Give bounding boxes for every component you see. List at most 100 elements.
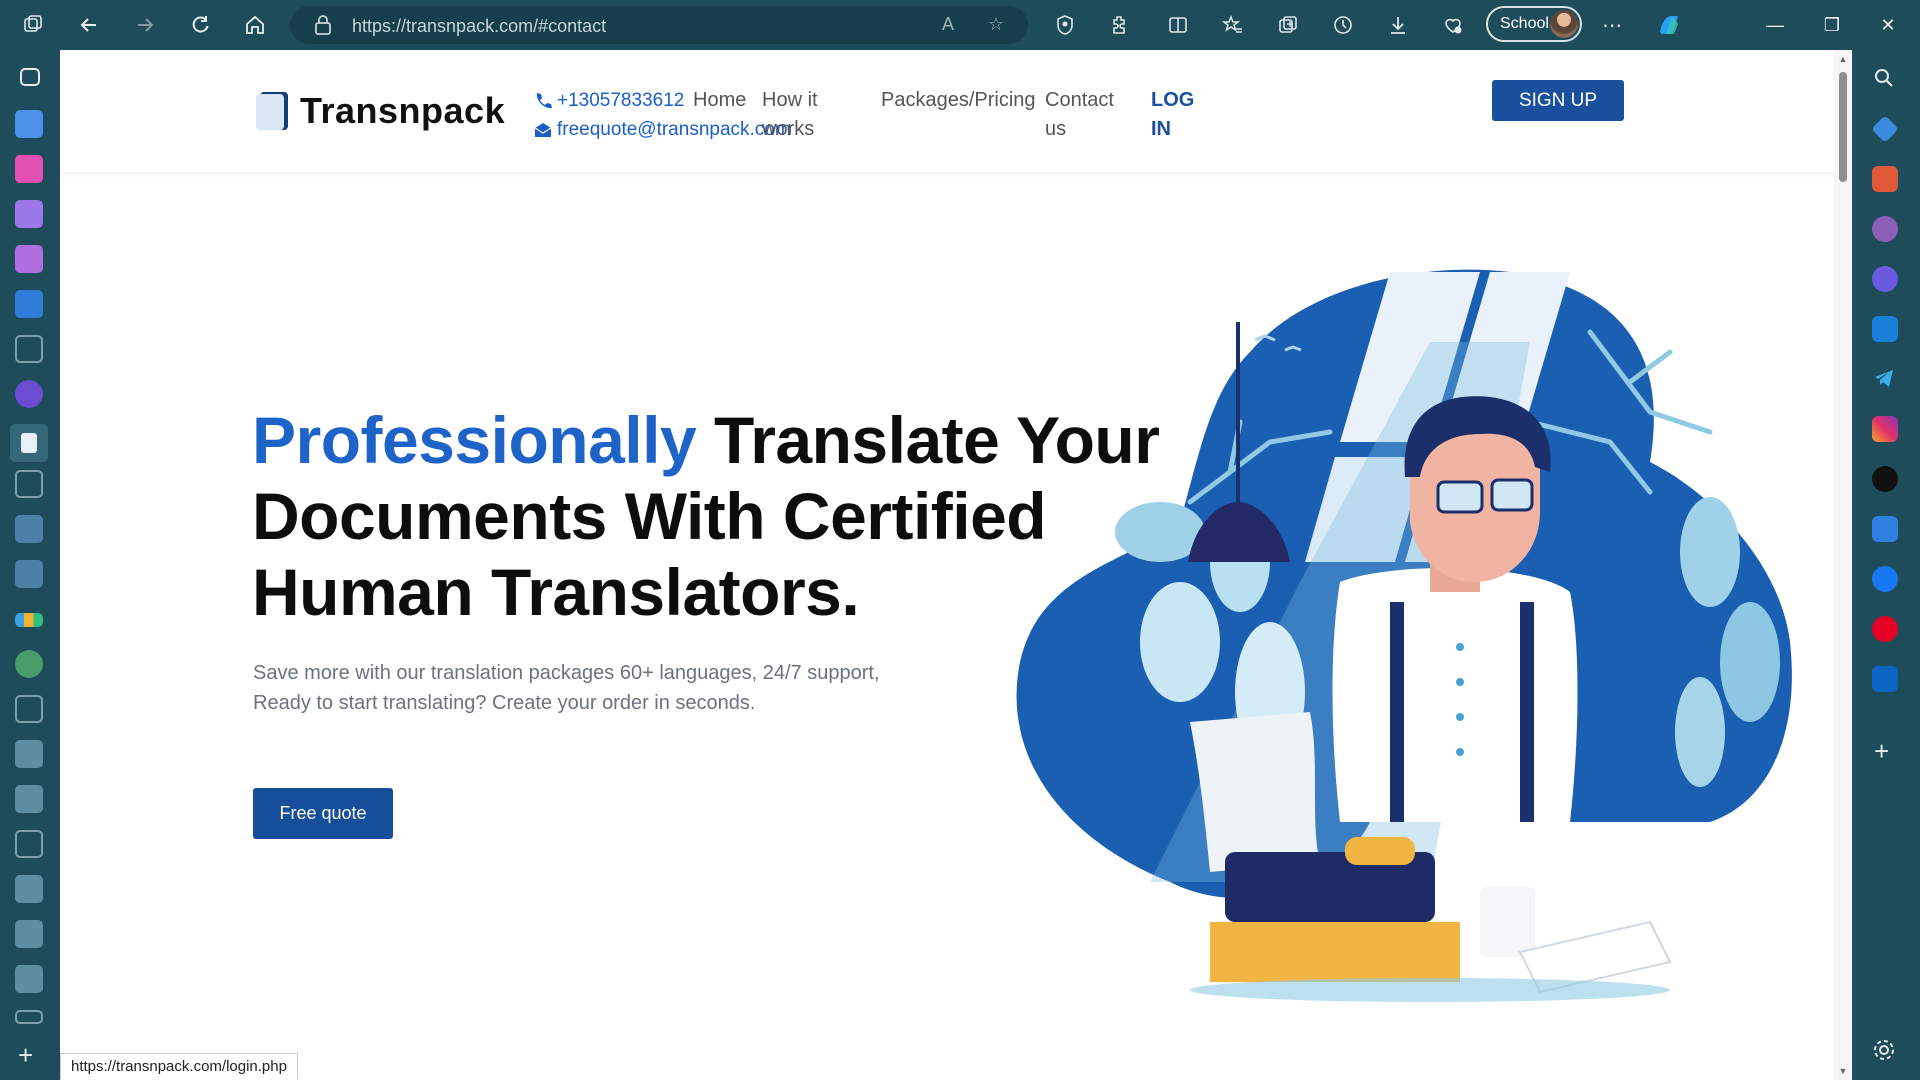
home-icon[interactable] xyxy=(240,10,270,40)
logo-mark-icon xyxy=(256,92,288,130)
telegram-icon[interactable] xyxy=(1872,366,1898,392)
nav-how-it-works[interactable]: How it works xyxy=(762,86,818,144)
phone-number: +13057833612 xyxy=(557,90,685,111)
extensions-icon[interactable] xyxy=(1105,10,1135,40)
profile-label: School xyxy=(1500,15,1549,32)
restore-icon[interactable]: ❐ xyxy=(1817,10,1847,40)
tab-video-icon[interactable] xyxy=(15,245,43,273)
logo-text: Transnpack xyxy=(300,90,506,131)
tab-site-icon[interactable] xyxy=(15,920,43,948)
forward-icon[interactable] xyxy=(130,10,160,40)
nav-home[interactable]: Home xyxy=(693,86,746,115)
nav-contact-line1: Contact xyxy=(1045,89,1114,111)
avatar xyxy=(1550,10,1578,38)
site-logo[interactable]: Transnpack xyxy=(254,90,505,132)
hero-subtitle-line1: Save more with our translation packages … xyxy=(253,662,880,684)
vertical-tabs-bar: + xyxy=(0,50,60,1080)
web-page: Transnpack +13057833612 freequote@transn… xyxy=(60,50,1852,1080)
add-sidebar-app-icon[interactable]: + xyxy=(1874,736,1889,767)
minimize-icon[interactable]: — xyxy=(1760,10,1790,40)
tab-site-icon[interactable] xyxy=(15,785,43,813)
hero-title-part2: Documents With Certified xyxy=(252,479,1047,553)
shield-icon[interactable] xyxy=(1050,10,1080,40)
scroll-down-icon[interactable]: ▼ xyxy=(1838,1066,1848,1076)
tab-actions-icon[interactable] xyxy=(20,68,40,86)
back-icon[interactable] xyxy=(74,10,104,40)
tools-icon[interactable] xyxy=(1872,166,1898,192)
nav-contact-us[interactable]: Contact us xyxy=(1045,86,1114,144)
browser-essentials-icon[interactable] xyxy=(1438,10,1468,40)
envelope-icon xyxy=(534,122,552,137)
settings-gear-icon[interactable] xyxy=(1872,1038,1898,1064)
tab-page-icon[interactable] xyxy=(15,695,43,723)
microsoft-365-icon[interactable] xyxy=(1872,266,1898,292)
lock-icon xyxy=(315,15,331,35)
tiktok-icon[interactable] xyxy=(1872,466,1898,492)
hero-title-part3: Human Translators. xyxy=(252,555,860,629)
tab-site-icon[interactable] xyxy=(15,515,43,543)
more-options-icon[interactable]: ⋯ xyxy=(1597,10,1627,40)
facebook-icon[interactable] xyxy=(1872,566,1898,592)
email-address: freequote@transnpack.com xyxy=(557,119,791,140)
shopping-tag-icon[interactable] xyxy=(1871,115,1899,143)
outlook-icon[interactable] xyxy=(1872,316,1898,342)
url-text: https://transnpack.com/#contact xyxy=(352,16,607,36)
tab-site-icon[interactable] xyxy=(15,740,43,768)
collections-icon[interactable] xyxy=(1273,10,1303,40)
instagram-icon[interactable] xyxy=(1872,416,1898,442)
phone-icon xyxy=(536,92,552,108)
profile-button[interactable]: School xyxy=(1486,6,1582,42)
tab-analytics-icon[interactable] xyxy=(15,613,43,627)
status-bar-url: https://transnpack.com/login.php xyxy=(60,1053,298,1079)
tab-site-icon[interactable] xyxy=(15,965,43,993)
nav-login-line2: IN xyxy=(1151,118,1171,140)
tab-page-icon[interactable] xyxy=(15,830,43,858)
close-icon[interactable]: ✕ xyxy=(1873,10,1903,40)
tab-page-icon[interactable] xyxy=(15,1010,43,1024)
favorite-star-icon[interactable]: ☆ xyxy=(984,14,1008,38)
downloads-icon[interactable] xyxy=(1383,10,1413,40)
tab-site-icon[interactable] xyxy=(15,380,43,408)
read-aloud-icon[interactable]: A xyxy=(936,14,960,38)
tab-site-icon[interactable] xyxy=(15,650,43,678)
favorites-icon[interactable] xyxy=(1218,10,1248,40)
pinterest-icon[interactable] xyxy=(1872,616,1898,642)
copilot-icon[interactable] xyxy=(1655,10,1685,40)
tab-video-icon[interactable] xyxy=(15,110,43,138)
tab-page-icon[interactable] xyxy=(15,335,43,363)
split-screen-icon[interactable] xyxy=(1163,10,1193,40)
games-icon[interactable] xyxy=(1872,216,1898,242)
tab-video-icon[interactable] xyxy=(15,155,43,183)
translate-icon[interactable] xyxy=(1872,516,1898,542)
nav-contact-line2: us xyxy=(1045,118,1067,140)
tab-active-transnpack[interactable] xyxy=(10,424,48,462)
signup-button[interactable]: SIGN UP xyxy=(1492,80,1624,121)
address-bar[interactable]: https://transnpack.com/#contact A ☆ xyxy=(290,6,1028,44)
tab-video-icon[interactable] xyxy=(15,290,43,318)
search-icon[interactable] xyxy=(1872,66,1898,92)
history-icon[interactable] xyxy=(1328,10,1358,40)
nav-packages-pricing[interactable]: Packages/Pricing xyxy=(881,86,1036,115)
email-link[interactable]: freequote@transnpack.com xyxy=(533,115,791,144)
phone-link[interactable]: +13057833612 xyxy=(533,86,791,115)
scrollbar-thumb[interactable] xyxy=(1839,72,1847,182)
header-contact: +13057833612 freequote@transnpack.com xyxy=(533,86,791,144)
tab-site-icon[interactable] xyxy=(15,875,43,903)
refresh-icon[interactable] xyxy=(185,10,215,40)
scroll-up-icon[interactable]: ▲ xyxy=(1838,54,1848,64)
hero-title-accent: Professionally xyxy=(252,403,697,477)
nav-login[interactable]: LOG IN xyxy=(1151,86,1194,144)
hero-subtitle-line2: Ready to start translating? Create your … xyxy=(253,692,756,714)
tab-page-icon[interactable] xyxy=(15,470,43,498)
nav-how-it-works-line2: works xyxy=(762,118,815,140)
nav-login-line1: LOG xyxy=(1151,89,1195,111)
nav-how-it-works-line1: How it xyxy=(762,89,818,111)
free-quote-button[interactable]: Free quote xyxy=(253,788,393,839)
page-scrollbar[interactable]: ▲ ▼ xyxy=(1834,50,1852,1080)
tab-site-icon[interactable] xyxy=(15,560,43,588)
linkedin-icon[interactable] xyxy=(1872,666,1898,692)
workspaces-icon[interactable] xyxy=(18,10,48,40)
hero-subtitle: Save more with our translation packages … xyxy=(253,658,953,718)
tab-video-icon[interactable] xyxy=(15,200,43,228)
new-tab-icon[interactable]: + xyxy=(18,1040,33,1071)
